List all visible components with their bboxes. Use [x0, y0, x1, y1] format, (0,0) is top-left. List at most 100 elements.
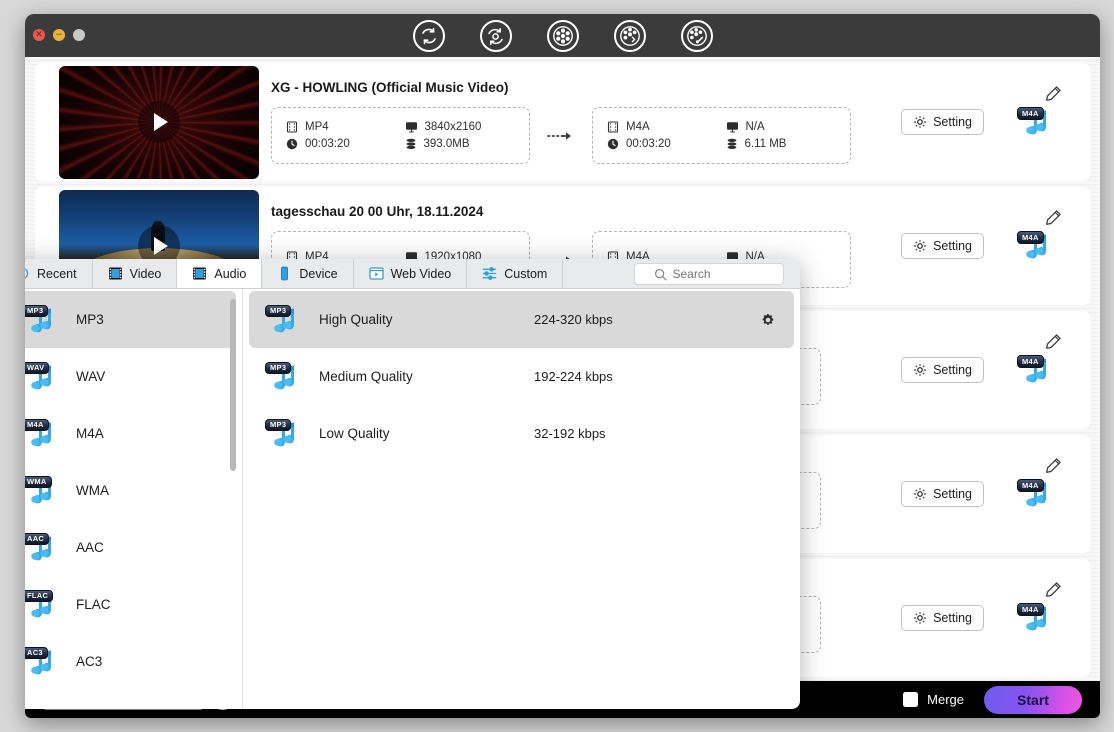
setting-button[interactable]: Setting [901, 481, 984, 507]
format-icon: M4A [25, 418, 62, 449]
toolbar-toolbox-icon[interactable] [680, 20, 713, 52]
quality-bitrate: 224-320 kbps [534, 312, 613, 327]
merge-toggle[interactable]: Merge [903, 692, 964, 707]
format-icon: WAV [25, 361, 62, 392]
search-box[interactable] [634, 263, 784, 285]
merge-checkbox[interactable] [903, 692, 919, 707]
output-format-icon: M4A [1017, 231, 1057, 261]
setting-button[interactable]: Setting [901, 357, 984, 383]
setting-button[interactable]: Setting [901, 109, 984, 135]
format-item-m4a[interactable]: M4A M4A [25, 405, 236, 462]
tab-recent[interactable]: Recent [25, 259, 93, 288]
target-duration-label: 00:03:20 [626, 138, 671, 150]
tab-video-label: Video [129, 266, 162, 281]
target-size-label: 6.11 MB [744, 138, 787, 150]
quality-icon: MP3 [265, 361, 305, 392]
output-format-button[interactable]: M4A [984, 107, 1090, 137]
format-icon: AAC [25, 532, 62, 563]
output-format-icon: M4A [1017, 107, 1057, 137]
quality-badge: MP3 [265, 304, 292, 317]
format-item-label: WMA [76, 483, 109, 498]
setting-button[interactable]: Setting [901, 233, 984, 259]
edit-pencil-icon[interactable] [1045, 209, 1062, 231]
source-resolution-label: 3840x2160 [424, 121, 482, 133]
target-size: 6.11 MB [726, 138, 837, 150]
source-format-box: MP4 3840x2160 00:03:20 393.0MB [271, 107, 530, 164]
start-button[interactable]: Start [984, 685, 1082, 714]
format-picker-popup[interactable]: Recent Video Audio Device Web Video Cust… [25, 259, 800, 709]
tab-device[interactable]: Device [262, 259, 354, 288]
tab-audio[interactable]: Audio [177, 259, 263, 288]
task-title: XG - HOWLING (Official Music Video) [271, 80, 509, 95]
format-item-label: AC3 [76, 654, 103, 669]
task-title: tagesschau 20 00 Uhr, 18.11.2024 [271, 204, 484, 219]
quality-gear-icon[interactable] [760, 312, 776, 328]
format-item-flac[interactable]: FLAC FLAC [25, 576, 236, 633]
toolbar-converter-icon[interactable] [412, 20, 445, 52]
tab-recent-label: Recent [37, 266, 77, 281]
format-icon: AC3 [25, 646, 62, 677]
format-item-ac3[interactable]: AC3 AC3 [25, 633, 236, 690]
output-format-button[interactable]: M4A [984, 231, 1090, 261]
setting-label: Setting [933, 115, 972, 129]
source-duration-label: 00:03:20 [305, 138, 350, 150]
target-duration: 00:03:20 [607, 138, 718, 150]
format-badge: AAC [25, 532, 50, 545]
main-toolbar [25, 20, 1100, 52]
output-format-button[interactable]: M4A [984, 355, 1090, 385]
edit-pencil-icon[interactable] [1045, 457, 1062, 479]
merge-label: Merge [927, 692, 964, 707]
toolbar-editor-icon[interactable] [613, 20, 646, 52]
title-bar: ✕ − ＋ [25, 14, 1100, 57]
output-format-badge: M4A [1017, 107, 1044, 120]
format-item-label: AAC [76, 540, 104, 555]
tab-video[interactable]: Video [93, 259, 178, 288]
edit-pencil-icon[interactable] [1045, 85, 1062, 107]
format-item-label: M4A [76, 426, 104, 441]
toolbar-downloader-icon[interactable] [546, 20, 579, 52]
play-icon[interactable] [138, 101, 180, 143]
search-input[interactable] [672, 267, 765, 281]
edit-pencil-icon[interactable] [1045, 581, 1062, 603]
quality-label: Medium Quality [319, 369, 413, 384]
output-format-icon: M4A [1017, 603, 1057, 633]
task-row[interactable]: XG - HOWLING (Official Music Video) MP4 … [35, 63, 1090, 181]
task-info: XG - HOWLING (Official Music Video) MP4 … [259, 80, 901, 164]
quality-list[interactable]: MP3 High Quality 224-320 kbps MP3 Medium… [243, 289, 800, 709]
format-badge: FLAC [25, 589, 54, 602]
tab-custom[interactable]: Custom [467, 259, 564, 288]
setting-label: Setting [933, 487, 972, 501]
quality-item-low[interactable]: MP3 Low Quality 32-192 kbps [249, 405, 794, 462]
quality-item-medium[interactable]: MP3 Medium Quality 192-224 kbps [249, 348, 794, 405]
task-thumbnail[interactable] [59, 65, 259, 179]
format-list-scrollbar[interactable] [230, 299, 236, 471]
output-format-badge: M4A [1017, 231, 1044, 244]
target-format-label: M4A [626, 121, 650, 133]
setting-button[interactable]: Setting [901, 605, 984, 631]
format-item-mp3[interactable]: MP3 MP3 [25, 291, 236, 348]
format-icon: MP3 [25, 304, 62, 335]
tab-web-video[interactable]: Web Video [354, 259, 468, 288]
tab-custom-label: Custom [504, 266, 548, 281]
target-format: M4A [607, 121, 718, 133]
output-format-button[interactable]: M4A [984, 603, 1090, 633]
setting-label: Setting [933, 239, 972, 253]
toolbar-ripper-icon[interactable] [479, 20, 512, 52]
format-item-wma[interactable]: WMA WMA [25, 462, 236, 519]
source-duration: 00:03:20 [286, 138, 397, 150]
format-icon: WMA [25, 475, 62, 506]
tab-web-video-label: Web Video [390, 266, 452, 281]
target-resolution: N/A [726, 121, 837, 133]
format-badge: WAV [25, 361, 50, 374]
quality-item-high[interactable]: MP3 High Quality 224-320 kbps [249, 291, 794, 348]
quality-label: Low Quality [319, 426, 390, 441]
output-format-button[interactable]: M4A [984, 479, 1090, 509]
quality-badge: MP3 [265, 418, 292, 431]
audio-format-list[interactable]: MP3 MP3 WAV WAV M4A M4A WMA WMA AAC AAC … [25, 289, 243, 709]
source-size: 393.0MB [405, 138, 516, 150]
tab-audio-label: Audio [214, 266, 247, 281]
edit-pencil-icon[interactable] [1045, 333, 1062, 355]
target-format-box[interactable]: M4A N/A 00:03:20 6.11 MB [592, 107, 851, 164]
format-item-wav[interactable]: WAV WAV [25, 348, 236, 405]
format-item-aac[interactable]: AAC AAC [25, 519, 236, 576]
